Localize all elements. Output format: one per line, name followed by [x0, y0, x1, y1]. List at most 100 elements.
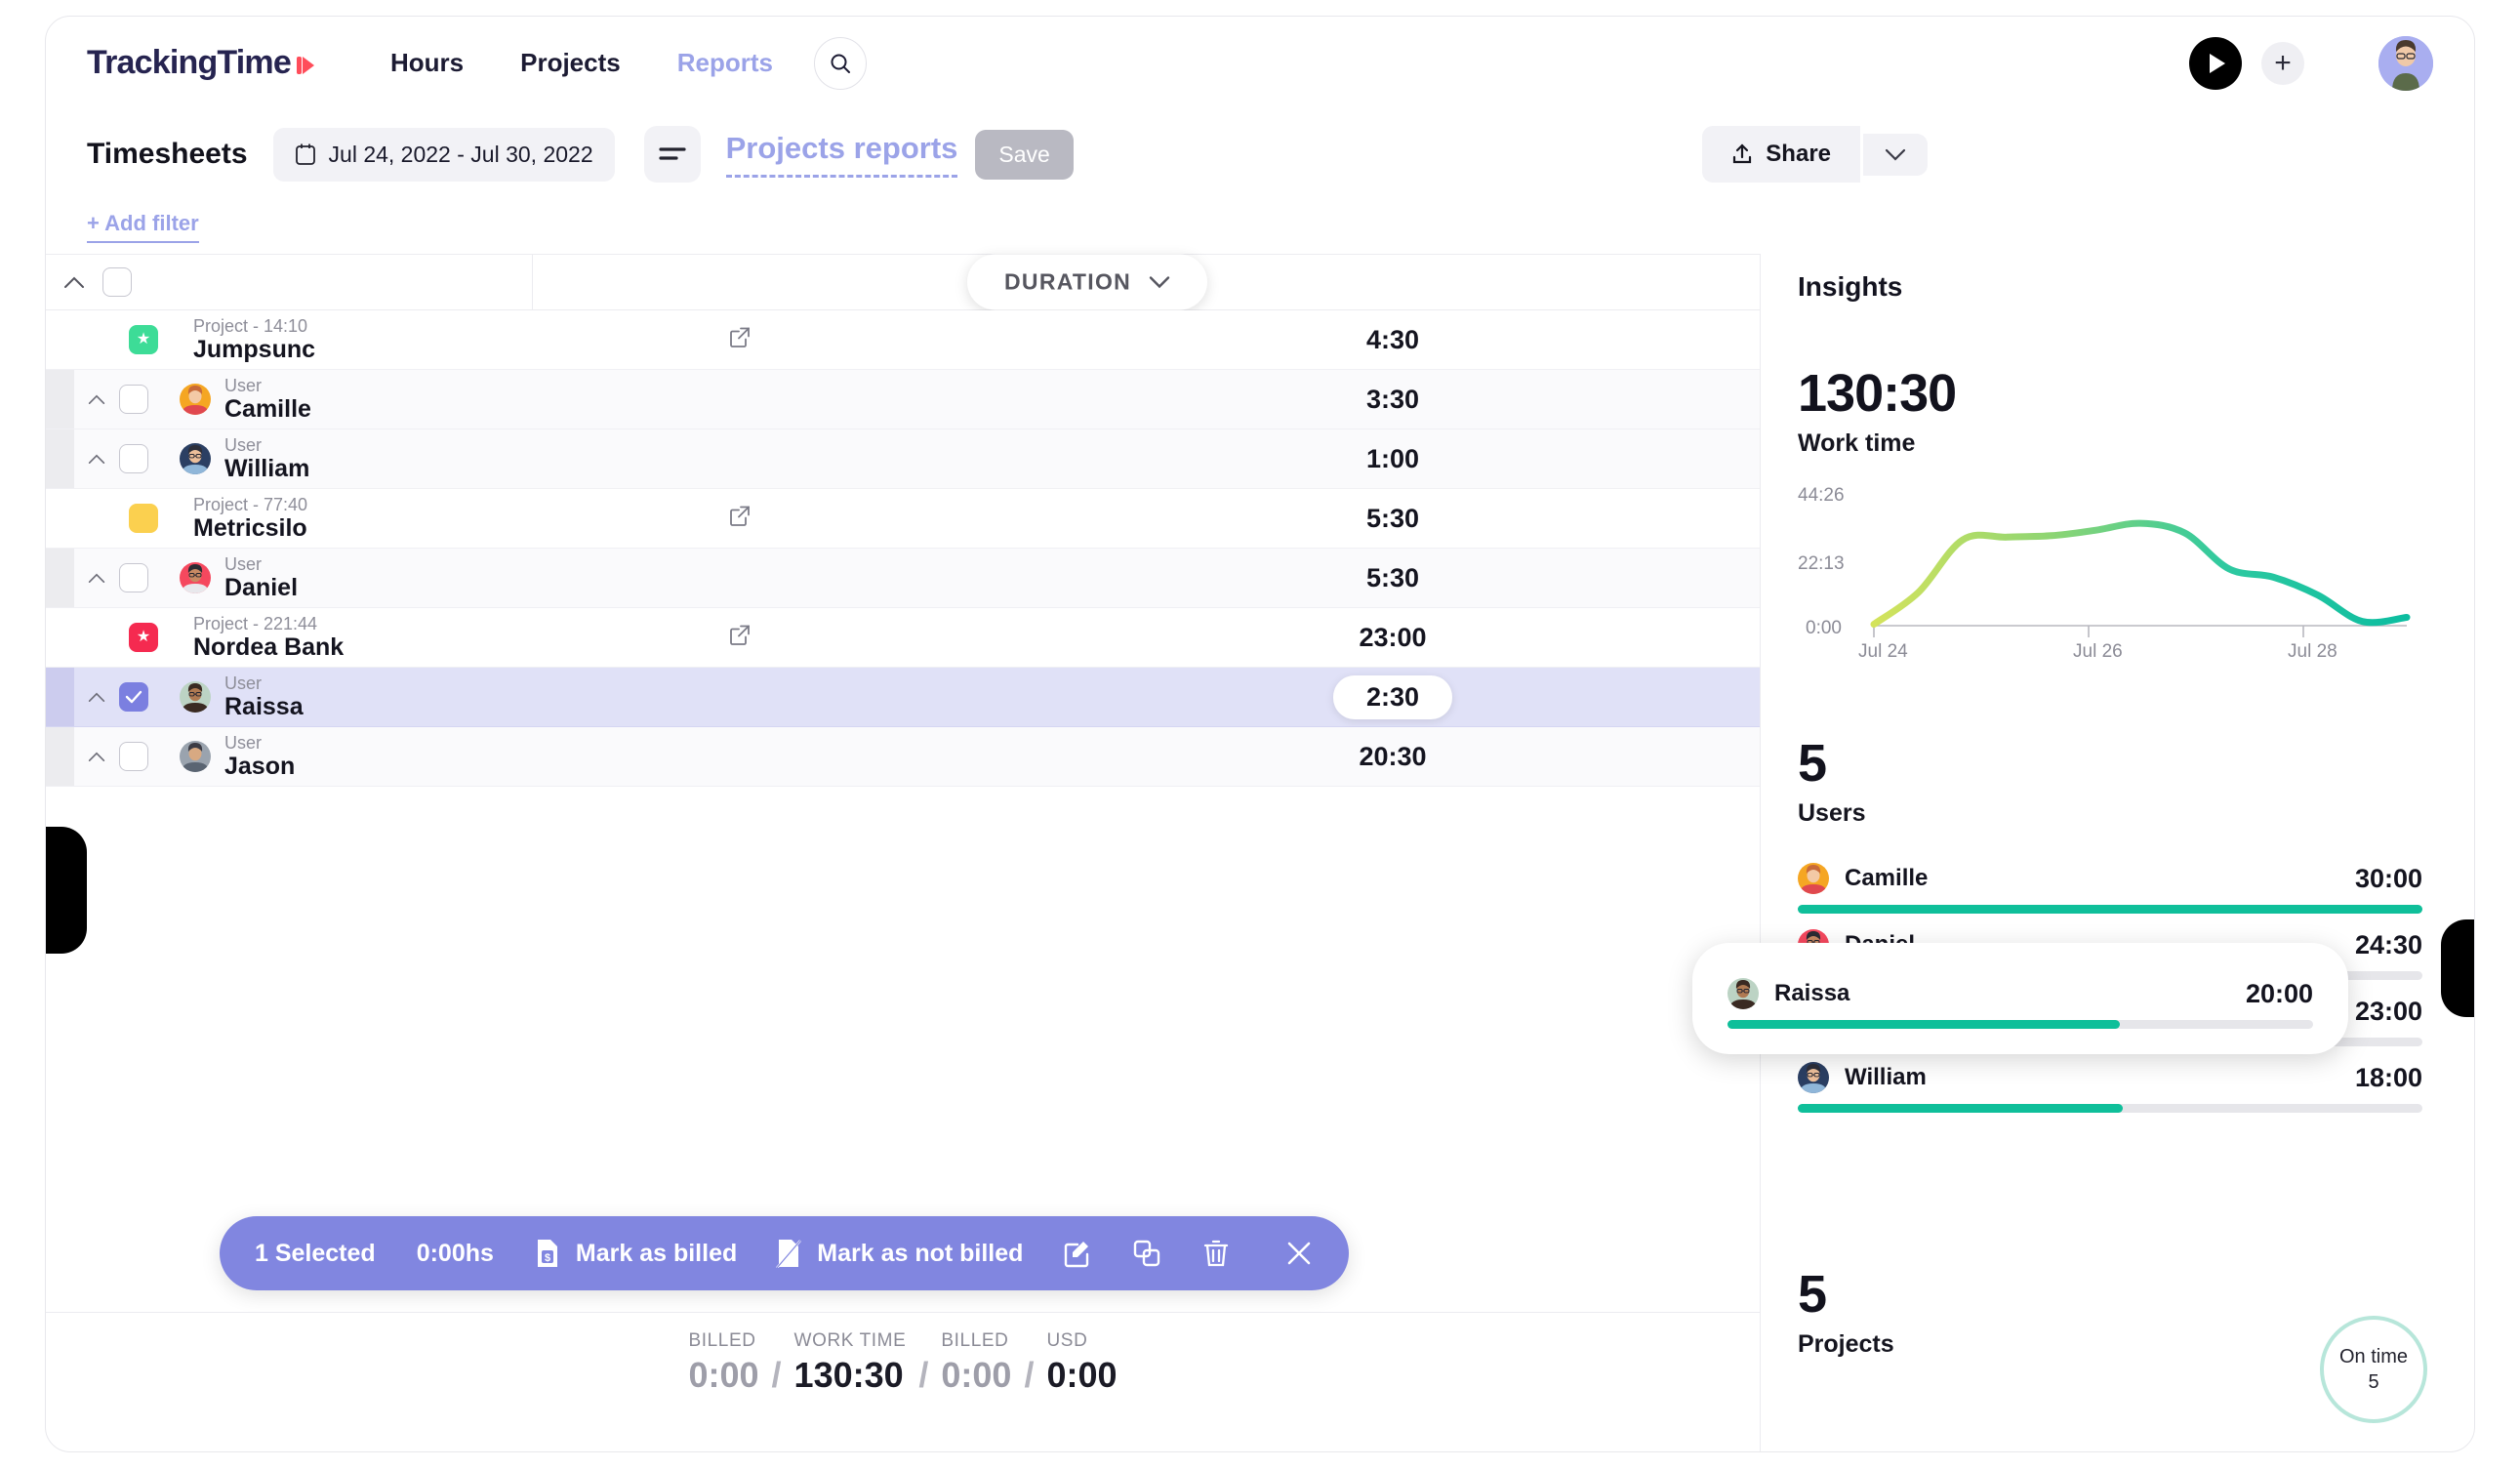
row-label: User Raissa: [224, 674, 304, 719]
row-name: Daniel: [224, 575, 298, 600]
row-indent: [46, 310, 74, 369]
table-row[interactable]: ★ Project - 221:44 Nordea Bank 23:00: [46, 608, 1760, 668]
row-label: User Daniel: [224, 555, 298, 600]
row-checkbox[interactable]: [119, 563, 148, 592]
play-icon[interactable]: [2189, 37, 2242, 90]
projects-count: 5: [1798, 1264, 1894, 1325]
table-row[interactable]: User Daniel 5:30: [46, 549, 1760, 608]
table-row[interactable]: User Camille 3:30: [46, 370, 1760, 429]
row-duration: 4:30: [1366, 325, 1419, 355]
duration-column-dropdown[interactable]: DURATION: [967, 255, 1207, 310]
open-external-link-icon[interactable]: [729, 327, 751, 353]
collapse-all-chevron-up-icon[interactable]: [46, 276, 102, 289]
trash-icon[interactable]: [1202, 1239, 1230, 1268]
add-filter-button[interactable]: + Add filter: [87, 211, 199, 243]
save-button[interactable]: Save: [975, 130, 1073, 180]
table-row[interactable]: Project - 77:40 Metricsilo 5:30: [46, 489, 1760, 549]
date-range-picker[interactable]: Jul 24, 2022 - Jul 30, 2022: [273, 128, 615, 182]
insights-title: Insights: [1798, 271, 2474, 303]
filters-bar: + Add filter: [46, 199, 2474, 254]
total-value: 0:00: [1046, 1355, 1117, 1396]
plus-icon[interactable]: +: [2261, 42, 2304, 85]
row-indent: [46, 489, 74, 548]
row-checkbox[interactable]: [119, 682, 148, 712]
table-row[interactable]: User William 1:00: [46, 429, 1760, 489]
not-billed-document-icon: [776, 1239, 801, 1268]
calendar-icon: [295, 143, 316, 166]
row-collapse-chevron-up-icon[interactable]: [74, 573, 119, 584]
insights-user-value: 23:00: [2355, 997, 2422, 1027]
insights-user-value: 18:00: [2355, 1063, 2422, 1093]
selected-hours-label: 0:00hs: [417, 1240, 494, 1268]
edit-icon[interactable]: [1062, 1239, 1091, 1268]
app-logo[interactable]: TrackingTime: [87, 44, 314, 82]
avatar[interactable]: [2378, 36, 2433, 91]
timesheet-table: DURATION ★ Project - 14:10 Jumpsunc 4:30: [46, 254, 1761, 1452]
row-kicker: User: [224, 734, 295, 753]
close-icon[interactable]: [1284, 1239, 1314, 1268]
filter-icon[interactable]: [644, 126, 701, 183]
tooltip-user-progress: [1727, 1020, 2313, 1029]
row-collapse-chevron-up-icon[interactable]: [74, 394, 119, 405]
row-label: User William: [224, 436, 309, 481]
total-column: WORK TIME 130:30: [794, 1330, 907, 1396]
row-checkbox[interactable]: [119, 742, 148, 771]
page-title: Timesheets: [87, 138, 248, 171]
copy-icon[interactable]: [1132, 1239, 1161, 1268]
row-checkbox[interactable]: [119, 385, 148, 414]
report-name-input[interactable]: Projects reports: [726, 131, 958, 178]
search-icon[interactable]: [814, 37, 867, 90]
open-external-link-icon[interactable]: [729, 625, 751, 651]
project-color-icon: ★: [129, 623, 158, 652]
mark-as-billed-label: Mark as billed: [576, 1240, 737, 1268]
avatar: [1798, 863, 1829, 894]
row-collapse-chevron-up-icon[interactable]: [74, 692, 119, 703]
row-label: User Jason: [224, 734, 295, 779]
row-checkbox-cell[interactable]: [119, 444, 180, 473]
row-checkbox-cell[interactable]: [119, 682, 180, 712]
row-indent: [46, 370, 74, 428]
project-color-icon: [129, 504, 158, 533]
insights-user-name: William: [1845, 1064, 1927, 1091]
row-collapse-chevron-up-icon[interactable]: [74, 454, 119, 465]
avatar: [180, 384, 211, 415]
row-checkbox-cell[interactable]: [119, 742, 180, 771]
right-edge-handle[interactable]: [2441, 919, 2474, 1017]
date-range-text: Jul 24, 2022 - Jul 30, 2022: [329, 142, 593, 168]
row-name: Jumpsunc: [193, 337, 315, 362]
table-row[interactable]: User Raissa 2:30: [46, 668, 1760, 727]
left-edge-handle[interactable]: [46, 827, 87, 954]
row-indent: [46, 429, 74, 488]
total-value: 0:00: [941, 1355, 1011, 1396]
row-checkbox-cell[interactable]: [119, 385, 180, 414]
mark-as-billed-button[interactable]: $ Mark as billed: [535, 1239, 737, 1268]
open-external-link-icon[interactable]: [729, 506, 751, 532]
on-time-label: On time: [2339, 1344, 2408, 1369]
row-indent: [46, 549, 74, 607]
avatar: [180, 681, 211, 713]
share-button[interactable]: Share: [1702, 126, 1860, 183]
row-kicker: User: [224, 674, 304, 693]
x-tick-0: Jul 24: [1858, 641, 1908, 663]
share-dropdown-chevron-down-icon[interactable]: [1863, 134, 1928, 176]
row-checkbox[interactable]: [119, 444, 148, 473]
nav-item-hours[interactable]: Hours: [390, 48, 464, 78]
row-collapse-chevron-up-icon[interactable]: [74, 752, 119, 762]
row-kicker: User: [224, 377, 311, 395]
duration-header-label: DURATION: [1004, 269, 1131, 296]
insights-user-item: Camille 30:00: [1798, 863, 2422, 914]
table-row[interactable]: ★ Project - 14:10 Jumpsunc 4:30: [46, 310, 1760, 370]
row-kicker: Project - 14:10: [193, 317, 315, 336]
row-checkbox-cell[interactable]: [119, 563, 180, 592]
select-all-checkbox[interactable]: [102, 267, 132, 297]
tooltip-user-name: Raissa: [1774, 980, 1849, 1007]
total-label: USD: [1046, 1330, 1087, 1352]
on-time-gauge: On time 5: [2320, 1316, 2427, 1423]
nav-item-reports[interactable]: Reports: [677, 48, 773, 78]
row-kicker: User: [224, 555, 298, 574]
mark-as-not-billed-button[interactable]: Mark as not billed: [776, 1239, 1023, 1268]
table-row[interactable]: User Jason 20:30: [46, 727, 1760, 787]
star-icon: ★: [137, 332, 150, 347]
nav-item-projects[interactable]: Projects: [520, 48, 621, 78]
row-name: Metricsilo: [193, 515, 307, 541]
